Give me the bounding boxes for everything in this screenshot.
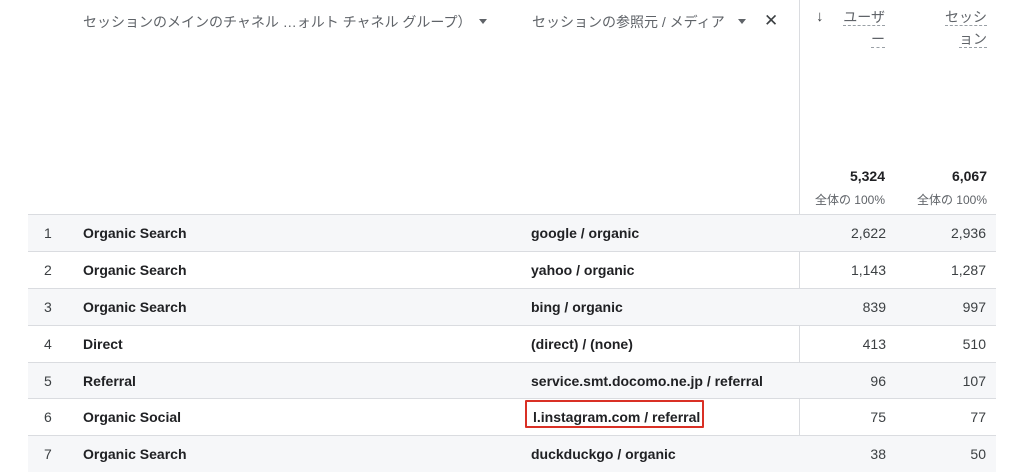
users-cell: 2,622: [850, 225, 886, 241]
dimension2-dropdown-icon[interactable]: [738, 19, 746, 24]
source-medium-cell: yahoo / organic: [531, 262, 635, 278]
source-medium-cell: service.smt.docomo.ne.jp / referral: [531, 373, 763, 389]
users-cell: 96: [870, 373, 886, 389]
table-row[interactable]: 5 Referral service.smt.docomo.ne.jp / re…: [28, 363, 996, 399]
remove-dimension-close-icon[interactable]: ✕: [764, 12, 778, 29]
table-row[interactable]: 3 Organic Search bing / organic 839 997: [28, 289, 996, 325]
table-row[interactable]: 4 Direct (direct) / (none) 413 510: [28, 326, 996, 362]
source-medium-cell: (direct) / (none): [531, 336, 633, 352]
dimension1-dropdown-icon[interactable]: [479, 19, 487, 24]
channel-cell: Referral: [83, 373, 136, 389]
channel-cell: Organic Social: [83, 409, 182, 425]
users-cell: 75: [870, 409, 886, 425]
users-total-percent: 全体の 100%: [814, 193, 885, 207]
users-header-line2: ー: [871, 31, 885, 48]
sessions-cell: 997: [962, 299, 986, 315]
users-cell: 839: [862, 299, 886, 315]
source-medium-cell: google / organic: [531, 225, 640, 241]
row-index: 2: [44, 262, 52, 278]
channel-cell: Organic Search: [83, 225, 187, 241]
source-medium-cell: bing / organic: [531, 299, 623, 315]
sessions-cell: 107: [962, 373, 986, 389]
sort-arrow-down-icon[interactable]: ↓: [816, 8, 824, 25]
table-row[interactable]: 6 Organic Social l.instagram.com / refer…: [28, 399, 996, 435]
users-header-line1: ユーザ: [843, 9, 885, 26]
sessions-cell: 77: [970, 409, 986, 425]
table-row[interactable]: 2 Organic Search yahoo / organic 1,143 1…: [28, 252, 996, 288]
row-index: 4: [44, 336, 52, 352]
sessions-cell: 1,287: [950, 262, 986, 278]
users-total: 5,324: [849, 168, 885, 184]
channel-cell: Direct: [83, 336, 123, 352]
table-row[interactable]: 1 Organic Search google / organic 2,622 …: [28, 215, 996, 251]
dimension2-header[interactable]: セッションの参照元 / メディア: [532, 12, 725, 32]
sessions-cell: 510: [962, 336, 986, 352]
sessions-total: 6,067: [951, 168, 987, 184]
highlight-box: [525, 400, 704, 428]
row-index: 1: [44, 225, 52, 241]
dimension1-header[interactable]: セッションのメインのチャネル …ォルト チャネル グループ）: [83, 12, 472, 32]
sessions-cell: 2,936: [950, 225, 986, 241]
channel-cell: Organic Search: [83, 299, 187, 315]
users-cell: 413: [862, 336, 886, 352]
sessions-header-line2: ョン: [959, 31, 987, 48]
row-index: 6: [44, 409, 52, 425]
row-index: 5: [44, 373, 52, 389]
row-index: 3: [44, 299, 52, 315]
sessions-total-percent: 全体の 100%: [916, 193, 987, 207]
users-cell: 1,143: [850, 262, 886, 278]
users-metric-header[interactable]: ユーザ ー: [835, 6, 885, 50]
channel-cell: Organic Search: [83, 262, 187, 278]
sessions-header-line1: セッシ: [945, 9, 987, 26]
sessions-metric-header[interactable]: セッシ ョン: [930, 6, 987, 50]
